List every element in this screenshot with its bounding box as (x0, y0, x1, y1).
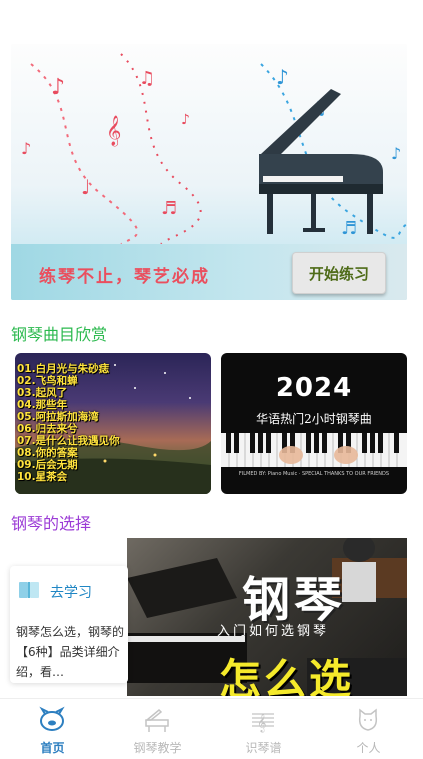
book-icon (19, 582, 39, 598)
home-page: ♪ 𝄞 ♫ ♩ ♬ ♪ ♪ ♪ ♫ ♩ ♪ ♬ (0, 0, 423, 759)
home-icon (39, 706, 65, 731)
playlist-card-left[interactable]: 01.白月光与朱砂痣 02.飞鸟和蝉 03.起风了 04.那些年 05.阿拉斯加… (15, 353, 211, 494)
svg-text:♪: ♪ (51, 75, 65, 100)
piano-icon (144, 708, 169, 732)
svg-text:♪: ♪ (391, 144, 401, 163)
card-subtitle: 华语热门2小时钢琴曲 (256, 412, 372, 426)
tab-label: 首页 (40, 741, 65, 755)
study-card[interactable]: 去学习 钢琴怎么选，钢琴的【6种】品类详细介绍，看… (10, 566, 128, 683)
song-item: 03.起风了 (17, 387, 68, 399)
song-item: 08.你的答案 (17, 447, 78, 459)
playlist-card-right[interactable]: 2024 华语热门2小时钢琴曲 FILMED BY: Piano Music ·… (221, 353, 407, 494)
song-item: 09.后会无期 (17, 459, 78, 471)
tab-label: 个人 (356, 741, 381, 755)
banner-slogan: 练琴不止，琴艺必成 (39, 267, 210, 287)
song-item: 10.星茶会 (17, 471, 68, 483)
svg-text:♫: ♫ (139, 68, 155, 89)
tab-piano-lessons[interactable]: 钢琴教学 (105, 699, 210, 759)
choice-section-title: 钢琴的选择 (11, 514, 92, 533)
profile-icon (358, 708, 378, 731)
tab-label: 钢琴教学 (133, 741, 182, 755)
svg-text:♪: ♪ (181, 112, 190, 128)
hero-banner[interactable]: ♪ 𝄞 ♫ ♩ ♬ ♪ ♪ ♪ ♫ ♩ ♪ ♬ (11, 44, 407, 300)
banner-strip: 练琴不止，琴艺必成 开始练习 (11, 244, 407, 300)
song-list: 01.白月光与朱砂痣 02.飞鸟和蝉 03.起风了 04.那些年 05.阿拉斯加… (17, 363, 120, 483)
photo-subtitle: 入门如何选钢琴 (217, 624, 330, 639)
piano-keys-image (221, 433, 407, 467)
tab-sheet-music[interactable]: 𝄞 识琴谱 (211, 699, 316, 759)
card-year: 2024 (275, 373, 353, 403)
grand-piano-icon (259, 89, 383, 234)
song-item: 02.飞鸟和蝉 (17, 375, 78, 387)
score-icon: 𝄞 (252, 713, 274, 733)
song-item: 04.那些年 (17, 399, 68, 411)
svg-text:♪: ♪ (21, 139, 31, 158)
svg-text:𝄞: 𝄞 (257, 713, 266, 733)
repertoire-section-title: 钢琴曲目欣赏 (11, 325, 108, 344)
start-practice-button[interactable]: 开始练习 (292, 252, 386, 294)
card-credits: FILMED BY: Piano Music · SPECIAL THANKS … (238, 471, 390, 477)
tab-home[interactable]: 首页 (0, 699, 105, 759)
piano-notes-illustration: ♪ 𝄞 ♫ ♩ ♬ ♪ ♪ ♪ ♫ ♩ ♪ ♬ (21, 53, 407, 244)
svg-text:𝄞: 𝄞 (106, 115, 121, 147)
piano-guide-photo[interactable]: 钢琴 入门如何选钢琴 怎么选 (127, 538, 407, 696)
study-description: 钢琴怎么选，钢琴的【6种】品类详细介绍，看… (16, 625, 125, 679)
svg-text:♬: ♬ (341, 218, 357, 239)
svg-text:♬: ♬ (161, 198, 177, 219)
tab-profile[interactable]: 个人 (316, 699, 421, 759)
study-label[interactable]: 去学习 (50, 582, 92, 602)
svg-text:♪: ♪ (276, 65, 289, 89)
song-item: 01.白月光与朱砂痣 (17, 363, 110, 375)
svg-text:♩: ♩ (81, 175, 90, 199)
photo-headline: 怎么选 (219, 655, 355, 696)
song-item: 07.是什么让我遇见你 (17, 435, 120, 447)
song-item: 06.归去来兮 (17, 423, 78, 435)
tab-label: 识琴谱 (245, 741, 282, 755)
bottom-tab-bar: 首页 钢琴教学 𝄞 识琴谱 个人 (0, 698, 423, 759)
song-item: 05.阿拉斯加海湾 (17, 411, 99, 423)
